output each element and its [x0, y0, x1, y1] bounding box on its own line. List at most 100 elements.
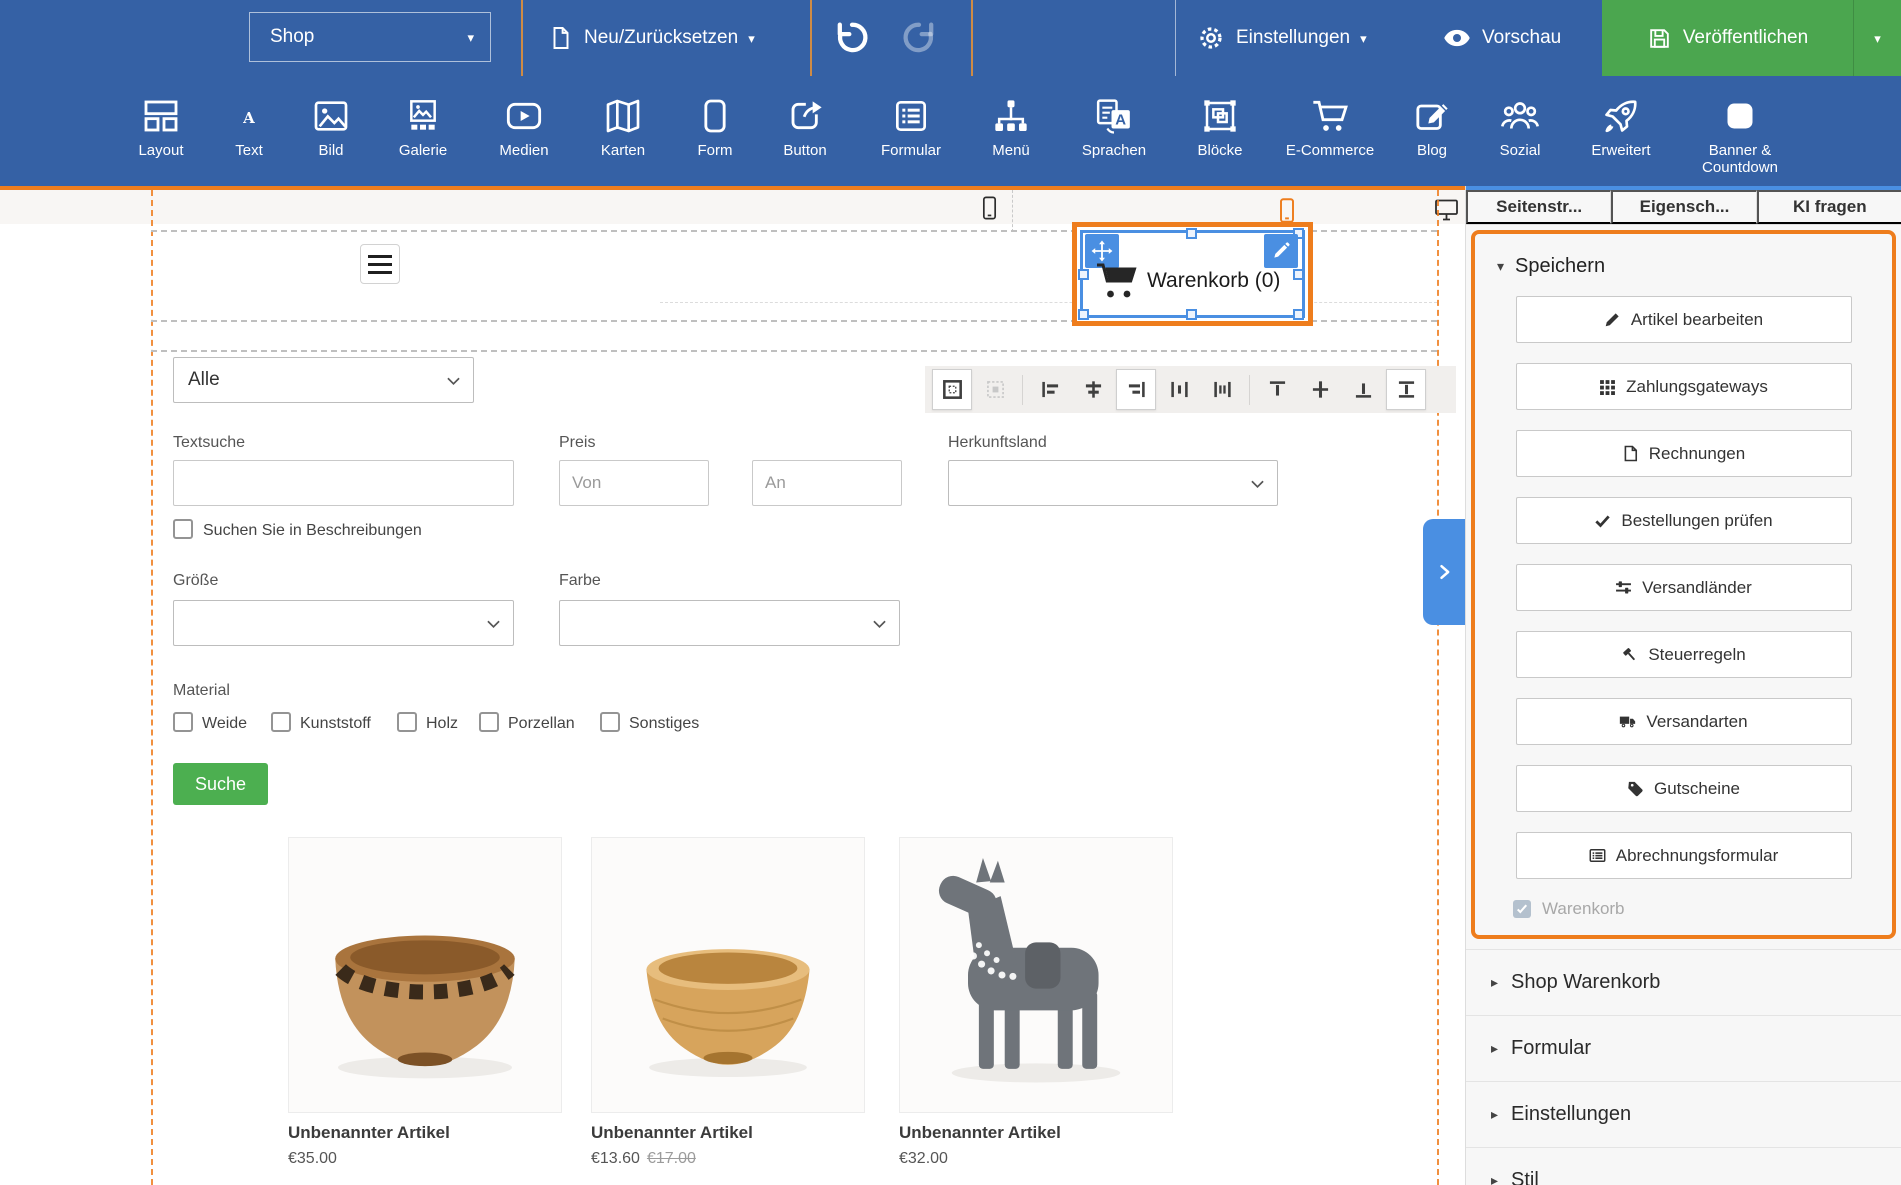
tool-languages[interactable]: A Sprachen [1068, 90, 1160, 159]
tax-rules-button[interactable]: Steuerregeln [1515, 631, 1852, 678]
tool-maps[interactable]: Karten [577, 90, 669, 159]
preview-button[interactable]: Vorschau [1442, 0, 1561, 76]
new-reset-button[interactable]: Neu/Zurücksetzen ▾ [548, 0, 755, 76]
billing-form-button[interactable]: Abrechnungsformular [1515, 832, 1852, 879]
product-old-price: €17.00 [646, 1150, 696, 1167]
tool-image[interactable]: Bild [285, 90, 377, 159]
material-checkbox-sonstiges[interactable] [600, 712, 620, 732]
mobile-menu-button[interactable] [360, 244, 400, 284]
form-icon [891, 95, 931, 137]
textsearch-input[interactable] [173, 460, 514, 506]
invoices-button[interactable]: Rechnungen [1515, 430, 1852, 477]
shipping-methods-button[interactable]: Versandarten [1515, 698, 1852, 745]
tool-layout[interactable]: Layout [115, 90, 207, 159]
mobile-hidden-icon[interactable] [1278, 197, 1296, 224]
undo-button[interactable] [833, 18, 871, 56]
tool-blocks[interactable]: Blöcke [1174, 90, 1266, 159]
tool-button[interactable]: Button [759, 90, 851, 159]
tab-properties[interactable]: Eigensch... [1611, 190, 1757, 224]
size-select[interactable] [173, 600, 514, 646]
resize-handle[interactable] [1293, 269, 1304, 280]
edit-products-button[interactable]: Artikel bearbeiten [1515, 296, 1852, 343]
tool-social[interactable]: Sozial [1474, 90, 1566, 159]
tool-form[interactable]: Formular [865, 90, 957, 159]
section-form[interactable]: ▸ Formular [1466, 1015, 1901, 1081]
tab-page-structure[interactable]: Seitenstr... [1466, 190, 1612, 224]
redo-button[interactable] [900, 18, 938, 56]
padding-button[interactable] [975, 369, 1015, 410]
category-select[interactable]: Alle [173, 357, 474, 403]
distribute-horizontal-2-button[interactable] [1202, 369, 1242, 410]
publish-button[interactable]: Veröffentlichen [1602, 0, 1853, 76]
search-descriptions-checkbox[interactable] [173, 519, 193, 539]
tool-ecommerce[interactable]: E-Commerce [1284, 90, 1376, 159]
tool-blog[interactable]: Blog [1386, 90, 1478, 159]
shipping-countries-button[interactable]: Versandländer [1515, 564, 1852, 611]
product-title: Unbenannter Artikel [591, 1123, 753, 1142]
section-shop-cart[interactable]: ▸ Shop Warenkorb [1466, 949, 1901, 1015]
material-checkbox-weide[interactable] [173, 712, 193, 732]
color-select[interactable] [559, 600, 900, 646]
resize-handle[interactable] [1186, 309, 1197, 320]
tool-shape[interactable]: Form [669, 90, 761, 159]
edit-element-button[interactable] [1264, 234, 1298, 268]
tab-ask-ai[interactable]: KI fragen [1756, 190, 1901, 224]
grid-icon [1600, 380, 1616, 395]
product-title: Unbenannter Artikel [288, 1123, 450, 1142]
price-to-input[interactable] [752, 460, 902, 506]
resize-handle[interactable] [1293, 309, 1304, 320]
settings-button[interactable]: Einstellungen ▾ [1196, 0, 1367, 76]
material-checkbox-holz[interactable] [397, 712, 417, 732]
panel-expand-tab[interactable] [1423, 519, 1465, 625]
align-left-button[interactable] [1030, 369, 1070, 410]
align-bottom-button[interactable] [1343, 369, 1383, 410]
align-top-button[interactable] [1257, 369, 1297, 410]
distribute-horizontal-button[interactable] [1159, 369, 1199, 410]
cart-enabled-checkbox [1513, 900, 1531, 918]
align-center-horizontal-button[interactable] [1073, 369, 1113, 410]
stretch-vertical-button[interactable] [1386, 369, 1426, 410]
resize-handle[interactable] [1186, 228, 1197, 239]
material-checkbox-kunststoff[interactable] [271, 712, 291, 732]
tool-advanced[interactable]: Erweitert [1575, 90, 1667, 159]
price-from-input[interactable] [559, 460, 709, 506]
cart-widget-selected[interactable]: Warenkorb (0) [1072, 222, 1313, 326]
price-label: Preis [559, 434, 596, 451]
page-dropdown[interactable]: Shop ▾ [249, 12, 491, 62]
product-card[interactable]: Unbenannter Artikel €35.00 [288, 837, 562, 1168]
product-card[interactable]: Unbenannter Artikel €32.00 [899, 837, 1173, 1168]
tool-gallery[interactable]: Galerie [377, 90, 469, 159]
text-icon: A [243, 109, 255, 127]
origin-select[interactable] [948, 460, 1278, 506]
align-center-vertical-button[interactable] [1300, 369, 1340, 410]
save-section-highlighted: ▾ Speichern Artikel bearbeiten Zahlungsg… [1471, 230, 1896, 939]
resize-handle[interactable] [1078, 269, 1089, 280]
mobile-preview-icon[interactable] [981, 195, 998, 221]
file-icon [1624, 445, 1637, 462]
section-settings[interactable]: ▸ Einstellungen [1466, 1081, 1901, 1147]
publish-options-button[interactable]: ▾ [1853, 0, 1901, 76]
review-orders-button[interactable]: Bestellungen prüfen [1515, 497, 1852, 544]
search-button[interactable]: Suche [173, 763, 268, 805]
resize-handle[interactable] [1078, 309, 1089, 320]
product-card[interactable]: Unbenannter Artikel €13.60 €17.00 [591, 837, 865, 1168]
align-right-button[interactable] [1116, 369, 1156, 410]
rocket-icon [1601, 95, 1641, 137]
section-style[interactable]: ▸ Stil [1466, 1147, 1901, 1185]
tool-banner-countdown[interactable]: Banner & Countdown [1694, 90, 1786, 176]
margins-button[interactable] [932, 369, 972, 410]
product-image-wooden-horse [899, 837, 1173, 1113]
material-checkbox-porzellan[interactable] [479, 712, 499, 732]
toolbar-divider [1249, 374, 1250, 405]
tool-menu[interactable]: Menü [965, 90, 1057, 159]
coupons-button[interactable]: Gutscheine [1515, 765, 1852, 812]
blocks-icon [1200, 95, 1240, 137]
payment-gateways-button[interactable]: Zahlungsgateways [1515, 363, 1852, 410]
product-image-bamboo-bowl [591, 837, 865, 1113]
origin-label: Herkunftsland [948, 434, 1047, 451]
button-icon [785, 95, 825, 137]
tool-media[interactable]: Medien [478, 90, 570, 159]
save-section-header[interactable]: ▾ Speichern [1475, 246, 1892, 286]
tool-text[interactable]: A Text [203, 90, 295, 160]
sliders-icon [1616, 581, 1632, 594]
